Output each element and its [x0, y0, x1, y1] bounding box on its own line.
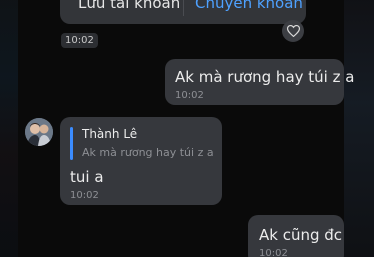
- heart-icon: [286, 22, 300, 41]
- outgoing-message-bubble[interactable]: Ak cũng đc 10:02: [248, 215, 344, 257]
- message-timestamp: 10:02: [61, 33, 98, 48]
- message-text: Ak mà rương hay túi z a: [175, 68, 355, 86]
- wallpaper-edge-left: [0, 0, 18, 257]
- quoted-message-text[interactable]: Ak mà rương hay túi z a: [82, 146, 214, 159]
- react-button[interactable]: [282, 20, 304, 42]
- wallpaper-edge-right: [344, 0, 374, 257]
- message-time: 10:02: [175, 90, 204, 101]
- message-time: 10:02: [259, 248, 288, 257]
- message-text: tui a: [70, 168, 104, 186]
- quoted-sender-name[interactable]: Thành Lê: [82, 127, 137, 141]
- account-card: Lưu tài khoản Chuyển khoản: [60, 0, 306, 24]
- avatar[interactable]: [25, 118, 53, 146]
- button-divider: [183, 0, 184, 16]
- incoming-message-bubble[interactable]: Thành Lê Ak mà rương hay túi z a tui a 1…: [60, 117, 222, 205]
- chat-screen: Lưu tài khoản Chuyển khoản 10:02 Ak mà r…: [0, 0, 374, 257]
- quote-bar: [70, 127, 73, 160]
- outgoing-message-bubble[interactable]: Ak mà rương hay túi z a 10:02: [165, 59, 354, 105]
- save-account-button[interactable]: Lưu tài khoản: [78, 0, 180, 24]
- message-text: Ak cũng đc: [259, 226, 343, 244]
- message-time: 10:02: [70, 190, 99, 201]
